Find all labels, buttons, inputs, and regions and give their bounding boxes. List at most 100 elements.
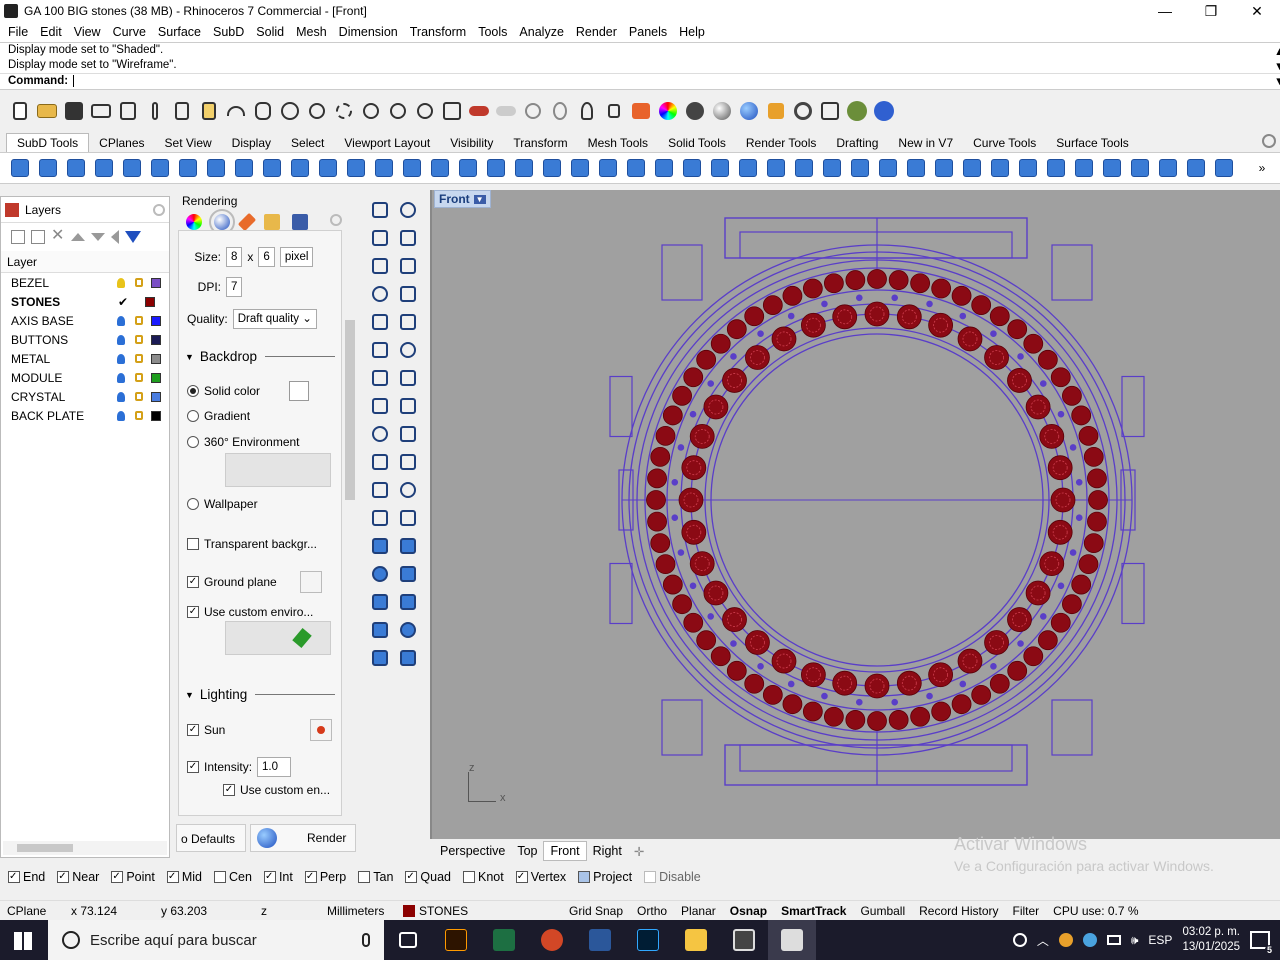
- subd-ellipsoid-icon[interactable]: [176, 156, 200, 180]
- tab-drafting[interactable]: Drafting: [826, 134, 888, 152]
- osnap-checkbox[interactable]: [644, 871, 657, 883]
- tab-front[interactable]: Front: [543, 841, 587, 861]
- grid-icon[interactable]: [548, 99, 572, 123]
- minimize-button[interactable]: —: [1142, 0, 1188, 22]
- fillet-edge-icon[interactable]: [396, 478, 420, 502]
- start-button[interactable]: [14, 932, 32, 950]
- transparent-option[interactable]: Transparent backgr...: [187, 537, 317, 551]
- zoom-icon[interactable]: [305, 99, 329, 123]
- custom-env-option[interactable]: ✓ Use custom enviro...: [187, 605, 313, 619]
- move-parent-icon[interactable]: [111, 230, 119, 244]
- options-gear-icon[interactable]: [791, 99, 815, 123]
- custom-env-checkbox[interactable]: ✓: [187, 606, 199, 618]
- tab-visibility[interactable]: Visibility: [440, 134, 503, 152]
- size-width-input[interactable]: 8: [226, 247, 243, 267]
- subd-insert-edge-icon[interactable]: [484, 156, 508, 180]
- render-window-tab-icon[interactable]: [292, 214, 308, 230]
- layer-icon[interactable]: [629, 99, 653, 123]
- osnap-perp[interactable]: ✓ Perp: [304, 870, 346, 884]
- extrude-icon[interactable]: [368, 478, 392, 502]
- layer-name[interactable]: AXIS BASE: [1, 314, 101, 328]
- menu-solid[interactable]: Solid: [250, 25, 290, 39]
- tray-app-icon[interactable]: [1082, 933, 1097, 947]
- subd-bridge-icon[interactable]: [400, 156, 424, 180]
- current-layer-check-icon[interactable]: ✔: [101, 295, 145, 309]
- zoom-selected-icon[interactable]: [386, 99, 410, 123]
- excel-icon[interactable]: [480, 920, 528, 960]
- size-unit-dropdown[interactable]: pixel: [279, 247, 314, 267]
- tab-mesh-tools[interactable]: Mesh Tools: [578, 134, 658, 152]
- subd-gear-icon[interactable]: [1184, 156, 1208, 180]
- select-similar-icon[interactable]: [368, 646, 392, 670]
- subd-face-loop-icon[interactable]: [820, 156, 844, 180]
- file-explorer-icon[interactable]: [672, 920, 720, 960]
- paste-icon[interactable]: [197, 99, 221, 123]
- layer-visibility-bulb-icon[interactable]: [117, 334, 125, 345]
- render-sphere-icon[interactable]: [737, 99, 761, 123]
- osnap-point[interactable]: ✓ Point: [111, 870, 155, 884]
- filter-toggle[interactable]: Filter: [1006, 904, 1047, 918]
- osnap-toggle-icon[interactable]: [818, 99, 842, 123]
- menu-transform[interactable]: Transform: [404, 25, 473, 39]
- grid-snap-toggle[interactable]: Grid Snap: [562, 904, 630, 918]
- layer-lock-icon[interactable]: [135, 316, 143, 325]
- tab-top[interactable]: Top: [511, 842, 543, 860]
- surface-box-icon[interactable]: [368, 366, 392, 390]
- backdrop-section[interactable]: ▼ Backdrop: [185, 349, 335, 364]
- quality-dropdown[interactable]: Draft quality ⌄: [232, 309, 317, 329]
- light-bulb-icon[interactable]: [575, 99, 599, 123]
- color-wheel-icon[interactable]: [656, 99, 680, 123]
- rectangle-corner-icon[interactable]: [396, 226, 420, 250]
- layer-row[interactable]: STONES ✔: [1, 292, 169, 311]
- subd-convert-icon[interactable]: [1044, 156, 1068, 180]
- backdrop-color-swatch[interactable]: [289, 381, 310, 401]
- freeform-curve-icon[interactable]: [396, 310, 420, 334]
- ground-plane-option[interactable]: ✓ Ground plane: [187, 571, 322, 593]
- custom-en-checkbox[interactable]: ✓: [223, 784, 235, 796]
- command-scrollbar[interactable]: ▲ ▼ ▼: [1266, 45, 1280, 89]
- layer-color-swatch[interactable]: [151, 353, 161, 364]
- move-down-icon[interactable]: [91, 233, 105, 241]
- front-viewport[interactable]: Front ▼ z x: [430, 190, 1280, 839]
- tab-perspective[interactable]: Perspective: [434, 842, 511, 860]
- new-file-icon[interactable]: [8, 99, 32, 123]
- layer-lock-icon[interactable]: [135, 278, 143, 287]
- open-file-icon[interactable]: [35, 99, 59, 123]
- move-view-icon[interactable]: [278, 99, 302, 123]
- trim-icon[interactable]: [396, 422, 420, 446]
- menu-tools[interactable]: Tools: [472, 25, 513, 39]
- zoom-extents-icon[interactable]: [359, 99, 383, 123]
- layers-settings-icon[interactable]: [153, 203, 165, 216]
- block-icon[interactable]: [368, 562, 392, 586]
- menu-edit[interactable]: Edit: [34, 25, 68, 39]
- grasshopper-icon[interactable]: [845, 99, 869, 123]
- osnap-checkbox[interactable]: ✓: [515, 871, 528, 883]
- size-height-input[interactable]: 6: [258, 247, 275, 267]
- osnap-cen[interactable]: Cen: [214, 870, 252, 884]
- rectangle-icon[interactable]: [368, 310, 392, 334]
- subd-reflect-icon[interactable]: [764, 156, 788, 180]
- subd-cylinder-2-icon[interactable]: [120, 156, 144, 180]
- select-lasso-icon[interactable]: [764, 99, 788, 123]
- menu-analyze[interactable]: Analyze: [513, 25, 569, 39]
- env360-radio[interactable]: [187, 436, 199, 448]
- subd-pipe-icon[interactable]: [316, 156, 340, 180]
- osnap-int[interactable]: ✓ Int: [263, 870, 293, 884]
- split-icon[interactable]: [368, 450, 392, 474]
- layer-row[interactable]: BEZEL: [1, 273, 169, 292]
- layer-visibility-bulb-icon[interactable]: [117, 372, 125, 383]
- volume-icon[interactable]: 🕪: [1131, 933, 1139, 948]
- osnap-disable[interactable]: Disable: [644, 870, 701, 884]
- menu-file[interactable]: File: [2, 25, 34, 39]
- layer-lock-icon[interactable]: [135, 335, 143, 344]
- subd-boolean-icon[interactable]: [904, 156, 928, 180]
- osnap-checkbox[interactable]: ✓: [304, 871, 317, 883]
- tab-new-in-v7[interactable]: New in V7: [888, 134, 963, 152]
- copy-icon[interactable]: [170, 99, 194, 123]
- pan-icon[interactable]: [251, 99, 275, 123]
- cplane-label[interactable]: CPlane: [0, 904, 64, 918]
- microphone-icon[interactable]: [362, 933, 370, 947]
- layer-row[interactable]: MODULE: [1, 368, 169, 387]
- smarttrack-toggle[interactable]: SmartTrack: [774, 904, 853, 918]
- subd-more-icon[interactable]: [1212, 156, 1236, 180]
